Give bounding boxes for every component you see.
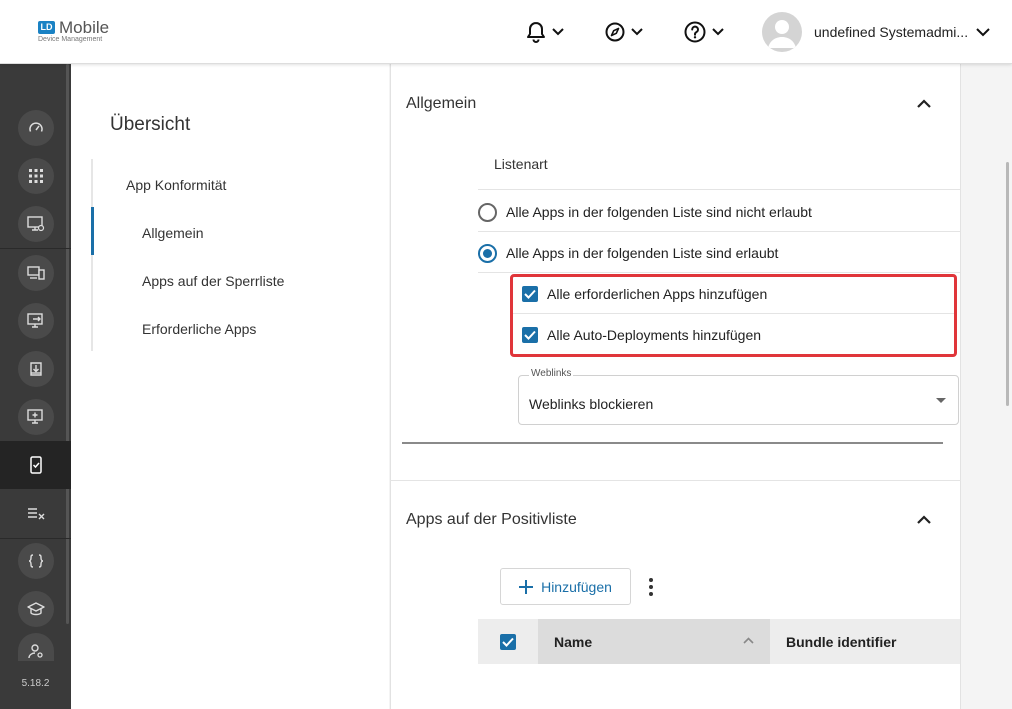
weblinks-label: Weblinks bbox=[529, 368, 574, 379]
checkbox-checked[interactable] bbox=[522, 286, 538, 302]
radio-button-selected[interactable] bbox=[478, 243, 497, 263]
bell-icon bbox=[526, 21, 546, 43]
compass-button[interactable] bbox=[605, 20, 643, 44]
rail-item-training[interactable] bbox=[0, 585, 71, 633]
help-button[interactable] bbox=[684, 20, 724, 44]
braces-icon bbox=[17, 543, 54, 579]
rail-item-devices[interactable] bbox=[0, 249, 71, 297]
radio-label: Alle Apps in der folgenden Liste sind ni… bbox=[506, 204, 812, 220]
sort-ascending-icon bbox=[743, 637, 754, 644]
table-header: Name Bundle identifier bbox=[478, 619, 960, 664]
rail-item-monitor-settings[interactable] bbox=[0, 200, 71, 248]
checkbox-add-required-apps[interactable]: Alle erforderlichen Apps hinzufügen bbox=[522, 279, 767, 309]
compass-icon bbox=[605, 22, 625, 42]
logo-badge: LD bbox=[38, 21, 55, 34]
check-icon bbox=[524, 289, 536, 299]
weblinks-value: Weblinks blockieren bbox=[529, 396, 654, 412]
rail-item-scripts[interactable] bbox=[0, 537, 71, 585]
add-app-button[interactable]: Hinzufügen bbox=[500, 568, 631, 605]
top-bar: LD Mobile Device Management undefined Sy… bbox=[0, 0, 1012, 64]
rail-item-apps[interactable] bbox=[0, 152, 71, 200]
check-icon bbox=[502, 637, 514, 647]
checkbox-label: Alle erforderlichen Apps hinzufügen bbox=[547, 286, 768, 302]
more-options-icon[interactable] bbox=[641, 574, 661, 600]
divider bbox=[513, 313, 954, 314]
list-type-label: Listenart bbox=[494, 156, 548, 172]
notifications-button[interactable] bbox=[526, 20, 564, 44]
column-label: Name bbox=[554, 634, 593, 650]
monitor-plus-icon bbox=[17, 399, 54, 435]
section-underline bbox=[402, 442, 943, 444]
chevron-down-icon[interactable] bbox=[976, 24, 990, 42]
rail-item-user-settings[interactable] bbox=[0, 633, 71, 663]
divider bbox=[478, 272, 960, 273]
rail-item-app-compliance[interactable] bbox=[0, 441, 71, 489]
radio-not-allowed[interactable]: Alle Apps in der folgenden Liste sind ni… bbox=[478, 194, 812, 230]
speedometer-icon bbox=[17, 110, 54, 146]
app-version: 5.18.2 bbox=[21, 678, 50, 689]
logo[interactable]: LD Mobile Device Management bbox=[38, 18, 128, 46]
chevron-down-icon bbox=[552, 28, 564, 36]
plus-icon bbox=[519, 579, 534, 594]
rail-item-remote[interactable] bbox=[0, 297, 71, 345]
chevron-down-icon bbox=[712, 28, 724, 36]
overview-navigation: Übersicht App Konformität Allgemein Apps… bbox=[71, 64, 389, 709]
nav-item-blocklist[interactable]: Apps auf der Sperrliste bbox=[142, 273, 284, 289]
add-button-label: Hinzufügen bbox=[541, 578, 612, 595]
collapse-positive-list-button[interactable] bbox=[912, 508, 936, 532]
column-header-name[interactable]: Name bbox=[538, 619, 770, 664]
radio-allowed[interactable]: Alle Apps in der folgenden Liste sind er… bbox=[478, 235, 778, 271]
rail-item-add-device[interactable] bbox=[0, 393, 71, 441]
chevron-up-icon bbox=[917, 511, 931, 529]
user-settings-icon bbox=[17, 633, 54, 661]
checkbox-add-auto-deployments[interactable]: Alle Auto-Deployments hinzufügen bbox=[522, 320, 761, 350]
section-divider bbox=[390, 480, 961, 481]
dropdown-arrow-icon bbox=[936, 398, 946, 403]
divider bbox=[478, 231, 960, 232]
question-circle-icon bbox=[684, 21, 706, 43]
check-icon bbox=[524, 330, 536, 340]
list-x-icon bbox=[18, 495, 54, 531]
user-name[interactable]: undefined Systemadmi... bbox=[814, 24, 968, 40]
logo-subtitle: Device Management bbox=[38, 36, 103, 43]
checkbox-checked[interactable] bbox=[522, 327, 538, 343]
rail-item-dashboard[interactable] bbox=[0, 104, 71, 152]
main-navigation-rail: 5.18.2 bbox=[0, 64, 71, 709]
rail-item-installation[interactable] bbox=[0, 345, 71, 393]
radio-button[interactable] bbox=[478, 202, 497, 222]
phone-check-icon bbox=[18, 447, 54, 483]
checkbox-label: Alle Auto-Deployments hinzufügen bbox=[547, 327, 762, 343]
select-all-checkbox[interactable] bbox=[478, 619, 538, 664]
radio-label: Alle Apps in der folgenden Liste sind er… bbox=[506, 245, 779, 261]
logo-name: Mobile bbox=[59, 18, 110, 37]
checkbox-checked[interactable] bbox=[500, 633, 516, 650]
collapse-general-button[interactable] bbox=[912, 92, 936, 116]
apps-grid-icon bbox=[17, 158, 54, 194]
chevron-up-icon bbox=[917, 95, 931, 113]
column-label: Bundle identifier bbox=[786, 634, 897, 650]
monitor-settings-icon bbox=[17, 206, 54, 242]
main-scrollbar[interactable] bbox=[1006, 162, 1009, 406]
nav-item-general[interactable]: Allgemein bbox=[142, 225, 203, 241]
nav-item-app-compliance[interactable]: App Konformität bbox=[126, 177, 226, 193]
positive-list-section-title: Apps auf der Positivliste bbox=[406, 511, 577, 528]
chevron-down-icon bbox=[631, 28, 643, 36]
overview-title: Übersicht bbox=[110, 114, 191, 135]
download-tray-icon bbox=[17, 351, 54, 387]
nav-tree-line bbox=[91, 159, 93, 351]
rail-item-rules[interactable] bbox=[0, 489, 71, 537]
monitor-arrow-icon bbox=[17, 303, 54, 339]
nav-active-indicator bbox=[91, 207, 94, 255]
general-section-title: Allgemein bbox=[406, 95, 477, 112]
nav-item-required-apps[interactable]: Erforderliche Apps bbox=[142, 321, 256, 337]
graduation-cap-icon bbox=[17, 591, 54, 627]
divider bbox=[478, 189, 960, 190]
avatar[interactable] bbox=[762, 12, 802, 52]
weblinks-select[interactable]: Weblinks Weblinks blockieren bbox=[518, 368, 959, 425]
devices-icon bbox=[17, 255, 54, 291]
